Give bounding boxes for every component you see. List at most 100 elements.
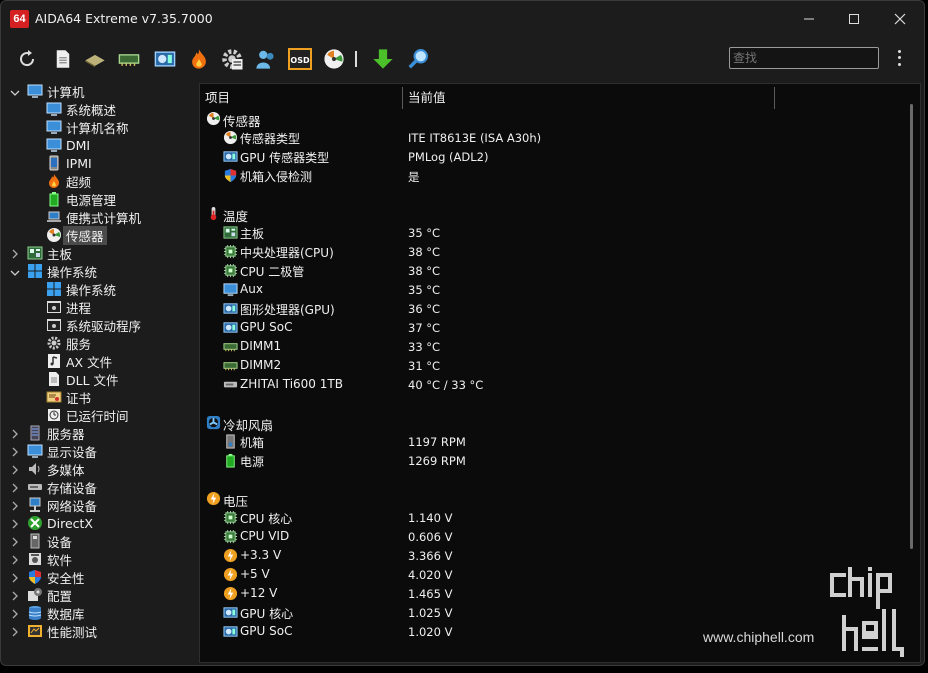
table-row[interactable]: +12 V 1.465 V xyxy=(200,584,906,603)
more-menu-button[interactable] xyxy=(891,48,907,68)
system-settings-icon xyxy=(220,47,243,70)
tree-item-ipmi[interactable]: IPMI xyxy=(46,154,92,172)
tree-item-dll-files[interactable]: DLL 文件 xyxy=(46,370,119,388)
tree-item-portable[interactable]: 便携式计算机 xyxy=(46,208,141,226)
osd-button[interactable]: OSD xyxy=(288,47,312,71)
table-row[interactable]: CPU 二极管 38 °C xyxy=(200,261,906,280)
report-button[interactable] xyxy=(51,47,75,71)
tree-item-power[interactable]: 电源管理 xyxy=(46,190,116,208)
table-row[interactable]: 中央处理器(CPU) 38 °C xyxy=(200,242,906,261)
tree-item-uptime[interactable]: 已运行时间 xyxy=(46,406,129,424)
tree-item-storage[interactable]: 存储设备 xyxy=(27,478,97,496)
table-row[interactable]: DIMM1 33 °C xyxy=(200,337,906,356)
tree-item-display[interactable]: 显示设备 xyxy=(27,442,97,460)
table-row[interactable]: CPU VID 0.606 V xyxy=(200,527,906,546)
table-row[interactable]: 机箱入侵检测 是 xyxy=(200,166,906,185)
tree-item-motherboard[interactable]: 主板 xyxy=(27,244,72,262)
row-value: 是 xyxy=(408,170,420,184)
expand-arrow-icon[interactable] xyxy=(10,88,20,98)
table-row[interactable]: 电源 1269 RPM xyxy=(200,451,906,470)
table-row[interactable]: ZHITAI Ti600 1TB 40 °C / 33 °C xyxy=(200,375,906,394)
table-row[interactable]: 传感器类型 ITE IT8613E (ISA A30h) xyxy=(200,128,906,147)
user-button[interactable] xyxy=(254,47,278,71)
network-button[interactable] xyxy=(153,47,177,71)
memory-button[interactable] xyxy=(117,47,141,71)
svg-text:OSD: OSD xyxy=(290,56,310,65)
row-value: 38 °C xyxy=(408,264,441,278)
sensor-button[interactable] xyxy=(322,47,346,71)
tree-item-os-info[interactable]: 操作系统 xyxy=(46,280,116,298)
table-row[interactable]: 机箱 1197 RPM xyxy=(200,432,906,451)
collapse-arrow-icon[interactable] xyxy=(10,447,20,457)
download-button[interactable] xyxy=(371,47,395,71)
collapse-arrow-icon[interactable] xyxy=(10,501,20,511)
tree-item-database[interactable]: 数据库 xyxy=(27,604,85,622)
tree-item-services[interactable]: 服务 xyxy=(46,334,91,352)
maximize-button[interactable] xyxy=(831,1,877,37)
collapse-arrow-icon[interactable] xyxy=(10,573,20,583)
collapse-arrow-icon[interactable] xyxy=(10,555,20,565)
collapse-arrow-icon[interactable] xyxy=(10,627,20,637)
network-icon xyxy=(154,48,176,70)
table-row[interactable]: 主板 35 °C xyxy=(200,223,906,242)
tree-item-drivers[interactable]: 系统驱动程序 xyxy=(46,316,141,334)
close-button[interactable] xyxy=(877,1,923,37)
collapse-arrow-icon[interactable] xyxy=(10,519,20,529)
tree-item-software[interactable]: 软件 xyxy=(27,550,72,568)
tree-item-security[interactable]: 安全性 xyxy=(27,568,85,586)
expand-arrow-icon[interactable] xyxy=(10,268,20,278)
tree-item-directx[interactable]: DirectX xyxy=(27,514,93,532)
tree-item-servers[interactable]: 服务器 xyxy=(27,424,85,442)
vertical-scrollbar[interactable] xyxy=(910,104,913,549)
tree-item-system-summary[interactable]: 系统概述 xyxy=(46,100,116,118)
tree-label: 系统概述 xyxy=(66,102,117,118)
row-name: +12 V xyxy=(240,586,278,600)
tree-item-multimedia[interactable]: 多媒体 xyxy=(27,460,85,478)
table-row[interactable]: CPU 核心 1.140 V xyxy=(200,508,906,527)
tree-item-ax-files[interactable]: AX 文件 xyxy=(46,352,112,370)
collapse-arrow-icon[interactable] xyxy=(10,465,20,475)
table-row[interactable]: +5 V 4.020 V xyxy=(200,565,906,584)
row-name: 传感器类型 xyxy=(240,132,301,146)
collapse-arrow-icon[interactable] xyxy=(10,483,20,493)
tree-item-os[interactable]: 操作系统 xyxy=(27,262,97,280)
tree-item-processes[interactable]: 进程 xyxy=(46,298,91,316)
tree-item-benchmark[interactable]: 性能测试 xyxy=(27,622,97,640)
tree-item-overclock[interactable]: 超频 xyxy=(46,172,91,190)
tree-item-sensor[interactable]: 传感器 xyxy=(46,225,107,245)
minimize-button[interactable] xyxy=(786,1,832,37)
tree-item-devices[interactable]: 设备 xyxy=(27,532,72,550)
collapse-arrow-icon[interactable] xyxy=(10,429,20,439)
tree-item-certificates[interactable]: 证书 xyxy=(46,388,91,406)
tree-label: DMI xyxy=(66,137,91,153)
tree-item-dmi[interactable]: DMI xyxy=(46,136,90,154)
table-row[interactable]: GPU SoC 37 °C xyxy=(200,318,906,337)
gpu-icon xyxy=(223,149,238,164)
tree-item-computer[interactable]: 计算机 xyxy=(27,82,85,100)
collapse-arrow-icon[interactable] xyxy=(10,609,20,619)
column-header-item[interactable]: 项目 xyxy=(200,87,403,109)
tree-item-computer-name[interactable]: 计算机名称 xyxy=(46,118,129,136)
column-header-value[interactable]: 当前值 xyxy=(403,87,775,109)
system-settings-button[interactable] xyxy=(220,47,244,71)
table-row[interactable]: Aux 35 °C xyxy=(200,280,906,299)
table-row[interactable]: +3.3 V 3.366 V xyxy=(200,546,906,565)
osd-icon: OSD xyxy=(288,48,312,70)
maximize-icon xyxy=(849,14,859,24)
driver-icon xyxy=(46,317,62,333)
collapse-arrow-icon[interactable] xyxy=(10,249,20,259)
table-row[interactable]: DIMM2 31 °C xyxy=(200,356,906,375)
collapse-arrow-icon[interactable] xyxy=(10,537,20,547)
dot xyxy=(897,63,901,67)
motherboard-button[interactable] xyxy=(83,47,107,71)
tree-item-config[interactable]: 配置 xyxy=(27,586,72,604)
refresh-button[interactable] xyxy=(15,47,39,71)
table-row[interactable]: GPU 核心 1.025 V xyxy=(200,603,906,622)
table-row[interactable]: 图形处理器(GPU) 36 °C xyxy=(200,299,906,318)
collapse-arrow-icon[interactable] xyxy=(10,591,20,601)
tree-item-network[interactable]: 网络设备 xyxy=(27,496,97,514)
overclock-button[interactable] xyxy=(187,47,211,71)
search-tool-button[interactable] xyxy=(406,47,430,71)
table-row[interactable]: GPU 传感器类型 PMLog (ADL2) xyxy=(200,147,906,166)
search-input[interactable] xyxy=(729,47,879,69)
